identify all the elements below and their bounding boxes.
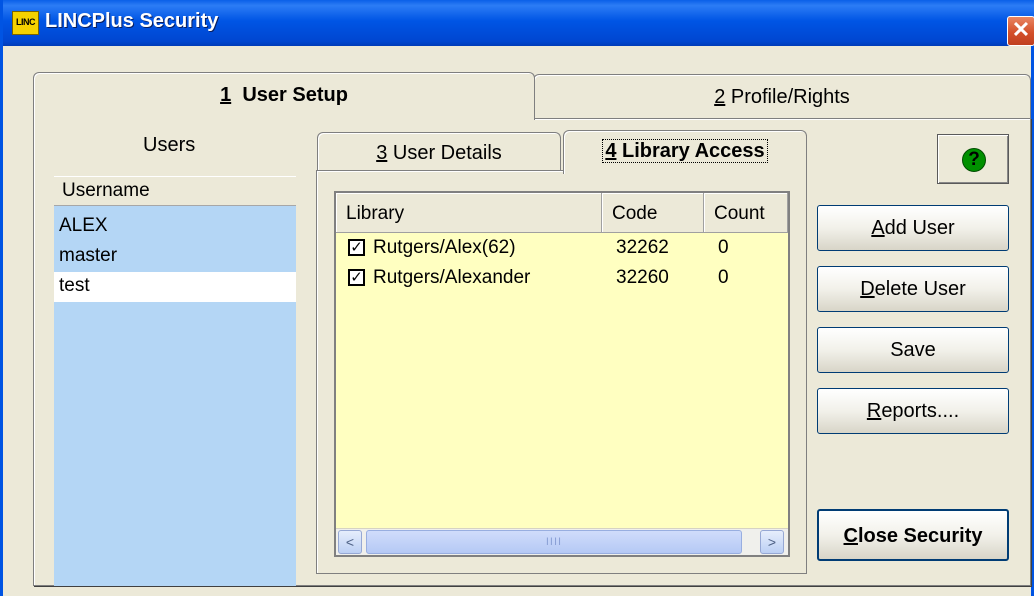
library-code: 32262 bbox=[616, 237, 669, 258]
horizontal-scrollbar[interactable]: < IIII > bbox=[336, 528, 788, 555]
tab-user-details[interactable]: 3 User Details bbox=[317, 132, 561, 172]
add-user-button[interactable]: Add User bbox=[817, 205, 1009, 251]
library-grid[interactable]: Library Code Count ✓ Rutgers/Alex(62) 32… bbox=[334, 191, 790, 557]
tab-user-setup[interactable]: 1 User Setup bbox=[33, 72, 535, 120]
add-user-hotkey: A bbox=[871, 217, 885, 239]
scroll-right-icon[interactable]: > bbox=[760, 530, 784, 554]
security-window: LINC LINCPlus Security ✕ 1 User Setup 2 … bbox=[0, 0, 1034, 596]
tab-profile-rights-hotkey: 2 bbox=[714, 86, 726, 108]
tab-profile-rights[interactable]: 2 Profile/Rights bbox=[533, 74, 1031, 118]
library-count: 0 bbox=[718, 237, 729, 258]
linc-app-icon: LINC bbox=[12, 11, 39, 35]
close-security-button[interactable]: Close Security bbox=[817, 509, 1009, 561]
scroll-thumb[interactable]: IIII bbox=[366, 530, 742, 554]
delete-user-label: elete User bbox=[874, 278, 966, 300]
window-title: LINCPlus Security bbox=[45, 10, 219, 32]
user-row-test[interactable]: test bbox=[54, 272, 296, 302]
users-heading: Users bbox=[143, 134, 196, 156]
user-row-master[interactable]: master bbox=[54, 242, 296, 272]
close-security-label: lose Security bbox=[857, 525, 983, 547]
library-row[interactable]: ✓ Rutgers/Alex(62) 32262 0 bbox=[336, 233, 788, 263]
close-security-hotkey: C bbox=[843, 525, 858, 547]
library-row[interactable]: ✓ Rutgers/Alexander 32260 0 bbox=[336, 263, 788, 293]
tab-user-details-hotkey: 3 bbox=[376, 142, 388, 164]
delete-user-button[interactable]: Delete User bbox=[817, 266, 1009, 312]
tab-library-access-label: Library Access bbox=[622, 140, 765, 162]
library-checkbox[interactable]: ✓ bbox=[348, 269, 365, 286]
close-window-button[interactable]: ✕ bbox=[1007, 16, 1034, 46]
save-label: Save bbox=[890, 339, 936, 361]
user-row-alex[interactable]: ALEX bbox=[54, 212, 296, 242]
reports-button[interactable]: Reports.... bbox=[817, 388, 1009, 434]
tab-library-access[interactable]: 4 Library Access bbox=[563, 130, 807, 174]
library-column-header[interactable]: Library bbox=[336, 193, 602, 233]
help-question-icon: ? bbox=[962, 148, 986, 172]
tab-user-setup-label: User Setup bbox=[242, 84, 348, 106]
library-count: 0 bbox=[718, 267, 729, 288]
tab-library-access-hotkey: 4 bbox=[605, 140, 617, 162]
scroll-left-icon[interactable]: < bbox=[338, 530, 362, 554]
tab-user-setup-hotkey: 1 bbox=[220, 84, 232, 106]
reports-hotkey: R bbox=[866, 400, 882, 422]
code-column-header[interactable]: Code bbox=[602, 193, 704, 233]
reports-label: eports.... bbox=[881, 400, 960, 422]
title-bar[interactable]: LINC LINCPlus Security ✕ bbox=[3, 0, 1034, 46]
add-user-label: dd User bbox=[884, 217, 955, 239]
tab-profile-rights-label: Profile/Rights bbox=[730, 86, 850, 108]
library-code: 32260 bbox=[616, 267, 669, 288]
tab-library-access-focus: 4 Library Access bbox=[602, 139, 768, 163]
library-name: Rutgers/Alex(62) bbox=[373, 237, 516, 258]
delete-user-hotkey: D bbox=[860, 278, 875, 300]
save-button[interactable]: Save bbox=[817, 327, 1009, 373]
username-column-header[interactable]: Username bbox=[54, 176, 296, 206]
library-checkbox[interactable]: ✓ bbox=[348, 239, 365, 256]
users-list[interactable]: Username ALEX master test bbox=[54, 176, 296, 586]
tab-user-details-label: User Details bbox=[392, 142, 502, 164]
count-column-header[interactable]: Count bbox=[704, 193, 788, 233]
library-name: Rutgers/Alexander bbox=[373, 267, 531, 288]
help-button[interactable]: ? bbox=[937, 134, 1009, 184]
